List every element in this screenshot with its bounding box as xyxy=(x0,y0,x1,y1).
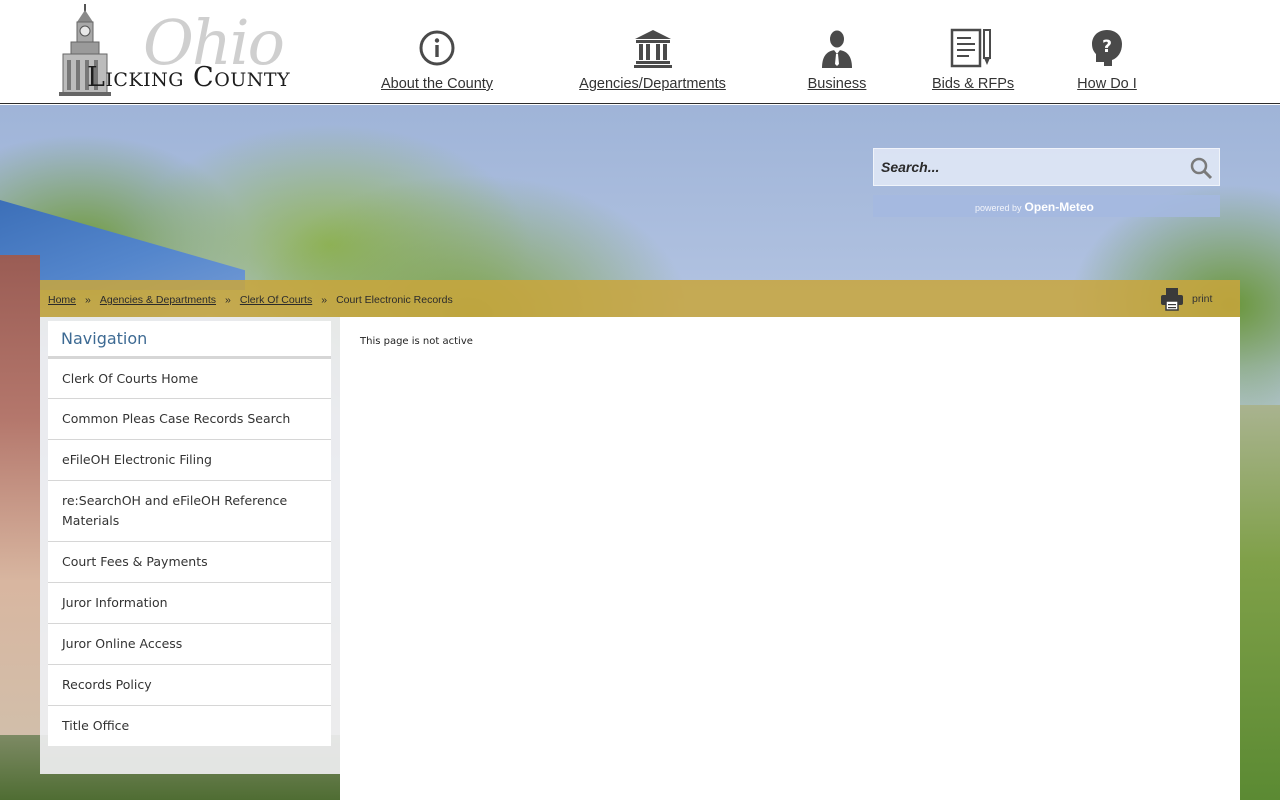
sidebar-item-juror-online-access[interactable]: Juror Online Access xyxy=(48,623,331,664)
powered-by-text: powered by Open-Meteo xyxy=(975,200,1094,214)
nav-label: Agencies/Departments xyxy=(579,76,726,92)
sidebar-item-records-policy[interactable]: Records Policy xyxy=(48,664,331,705)
hero-foliage-right-decoration xyxy=(1240,405,1280,800)
question-head-icon: ? xyxy=(1092,30,1122,66)
main-content: This page is not active xyxy=(340,317,1240,800)
nav-label: Bids & RFPs xyxy=(932,76,1015,92)
svg-text:?: ? xyxy=(1102,37,1112,57)
sidebar-item-common-pleas-case-records-search[interactable]: Common Pleas Case Records Search xyxy=(48,398,331,439)
breadcrumb: Home » Agencies & Departments » Clerk Of Cou… xyxy=(48,294,453,306)
breadcrumb-clerk-of-courts[interactable]: Clerk Of Courts xyxy=(240,294,312,306)
breadcrumb-separator: » xyxy=(225,294,231,306)
sidebar-item-court-fees-payments[interactable]: Court Fees & Payments xyxy=(48,541,331,582)
sidebar-item-juror-information[interactable]: Juror Information xyxy=(48,582,331,623)
breadcrumb-separator: » xyxy=(85,294,91,306)
nav-label: Business xyxy=(807,76,867,92)
sidebar-item-efileoh-electronic-filing[interactable]: eFileOH Electronic Filing xyxy=(48,439,331,480)
printer-icon xyxy=(1161,288,1183,311)
site-header: Ohio Licking County About the County Age… xyxy=(0,0,1280,104)
breadcrumb-current: Court Electronic Records xyxy=(336,294,453,306)
print-button[interactable]: print xyxy=(1160,287,1212,311)
county-logo[interactable]: Ohio Licking County xyxy=(55,4,290,100)
logo-county-name: Licking County xyxy=(87,62,291,93)
powered-brand: Open-Meteo xyxy=(1024,200,1094,214)
nav-label: How Do I xyxy=(1077,76,1137,92)
sidebar-title: Navigation xyxy=(48,321,331,357)
hero-building-decoration xyxy=(0,255,40,800)
sidebar-item-clerk-of-courts-home[interactable]: Clerk Of Courts Home xyxy=(48,357,331,398)
info-icon xyxy=(419,30,454,66)
search-box xyxy=(873,148,1220,186)
page-inactive-message: This page is not active xyxy=(360,336,473,347)
government-building-icon xyxy=(633,30,672,68)
breadcrumb-agencies-departments[interactable]: Agencies & Departments xyxy=(100,294,216,306)
breadcrumb-home[interactable]: Home xyxy=(48,294,76,306)
nav-agencies-departments[interactable]: Agencies/Departments xyxy=(578,28,727,98)
sidebar-navigation: Navigation Clerk Of Courts Home Common P… xyxy=(48,321,331,746)
sidebar-item-title-office[interactable]: Title Office xyxy=(48,705,331,746)
nav-label: About the County xyxy=(381,76,494,92)
nav-about-the-county[interactable]: About the County xyxy=(381,28,494,98)
nav-bids-rfps[interactable]: Bids & RFPs xyxy=(932,28,1015,98)
nav-business[interactable]: Business xyxy=(807,28,867,98)
sidebar-item-researchoh-reference-materials[interactable]: re:SearchOH and eFileOH Reference Materi… xyxy=(48,480,331,541)
breadcrumb-separator: » xyxy=(321,294,328,306)
print-label: print xyxy=(1192,293,1213,305)
document-pen-icon xyxy=(950,28,991,68)
weather-widget[interactable]: powered by Open-Meteo xyxy=(873,195,1220,217)
powered-prefix: powered by xyxy=(975,203,1022,213)
breadcrumb-bar: Home » Agencies & Departments » Clerk Of Cou… xyxy=(40,280,1240,317)
sidebar-panel: Navigation Clerk Of Courts Home Common P… xyxy=(40,317,340,774)
search-input[interactable] xyxy=(874,149,1184,185)
search-icon[interactable] xyxy=(1189,156,1213,180)
businessman-icon xyxy=(822,30,852,68)
nav-how-do-i[interactable]: ? How Do I xyxy=(1077,28,1137,98)
